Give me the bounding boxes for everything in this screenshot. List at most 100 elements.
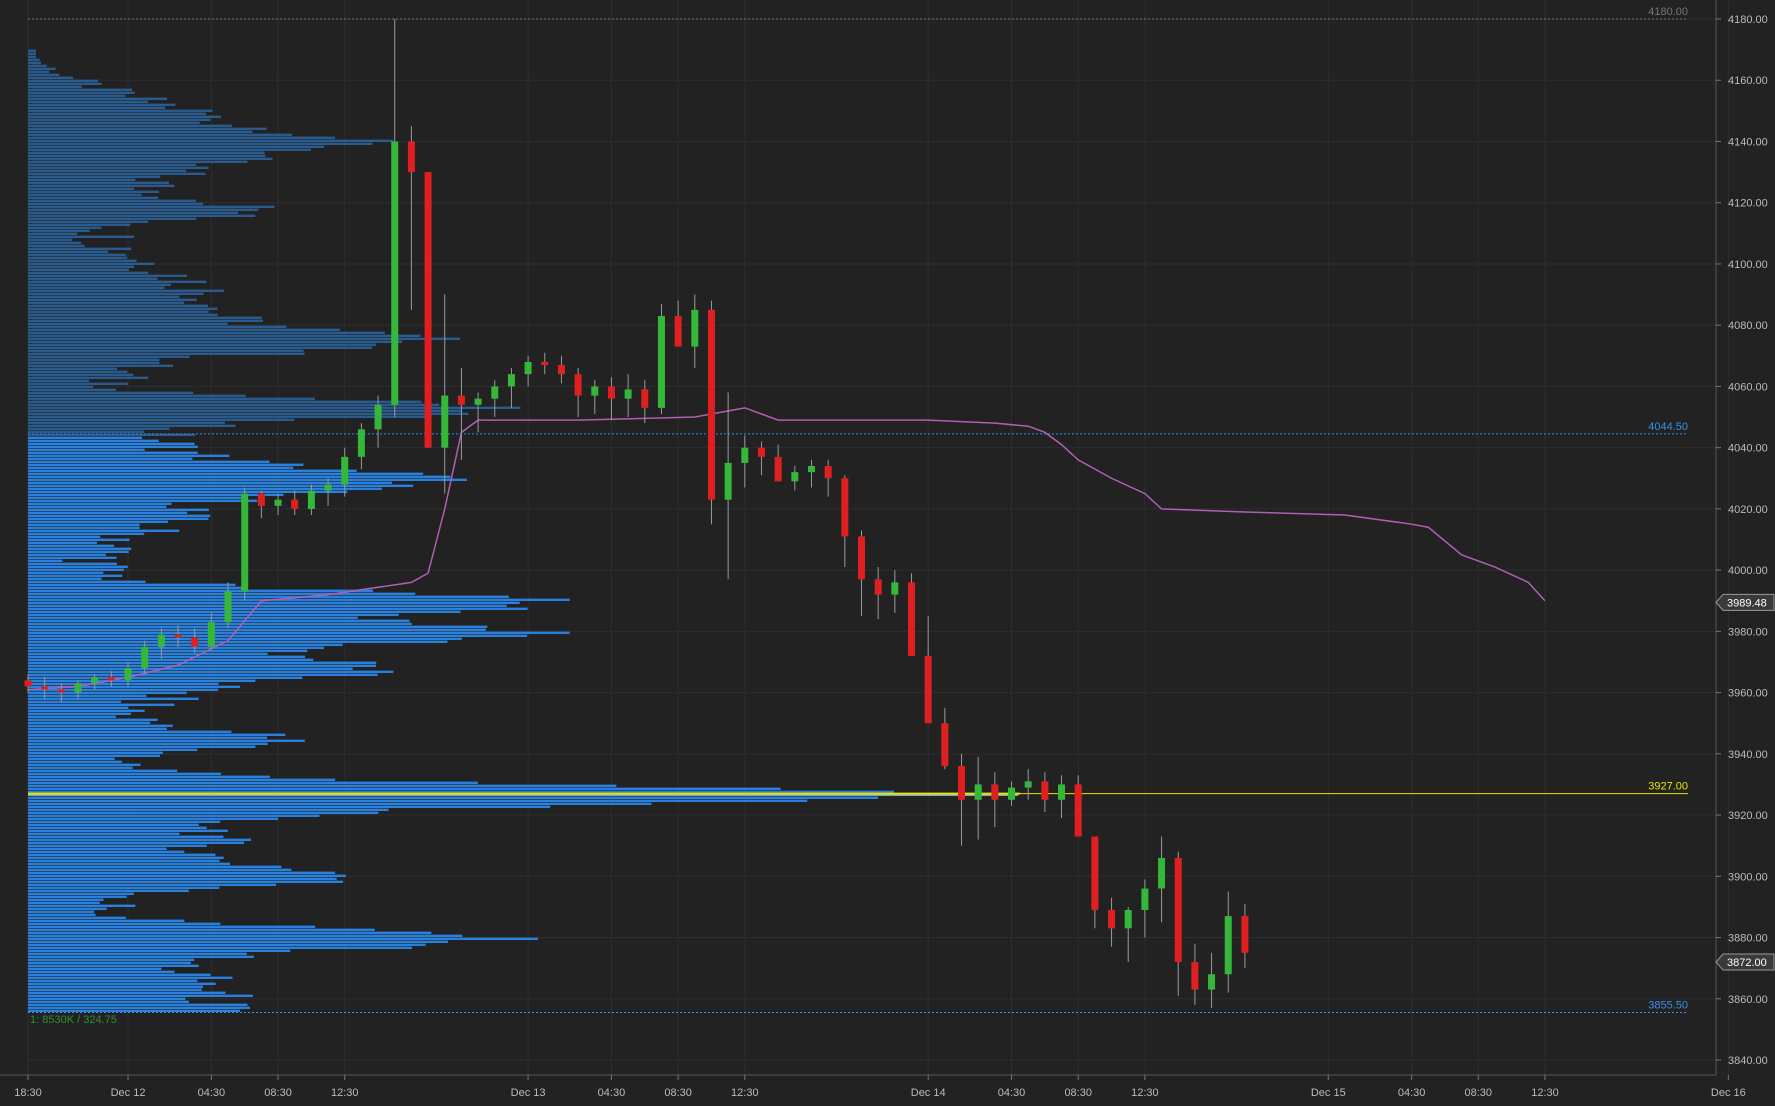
profile-bar [28,289,224,293]
profile-bar [28,373,134,377]
candle-body [858,536,865,580]
profile-bar [28,949,291,953]
candle-up[interactable] [657,303,665,414]
profile-bar [28,130,253,134]
profile-bar [28,577,102,581]
profile-bar [28,562,117,566]
profile-bar [28,412,469,416]
profile-bar [28,973,211,977]
profile-bar [28,307,218,311]
profile-bar [28,211,239,215]
profile-bar [28,547,132,551]
candle-up[interactable] [241,487,249,601]
profile-bar [28,124,232,128]
profile-bar [28,250,109,254]
profile-bar [28,757,115,761]
profile-bar [28,424,236,428]
profile-bar [28,781,478,785]
profile-bar [28,874,346,878]
candle-body [157,634,165,647]
profile-bar [28,979,198,983]
profile-bar [28,340,403,344]
profile-bar [28,805,551,809]
profile-bar [28,415,430,419]
price-tick-label: 4180.00 [1728,14,1768,26]
profile-bar [28,751,163,755]
profile-bar [28,877,337,881]
profile-bar [28,496,245,500]
candle-down[interactable] [1074,775,1082,837]
profile-bar [28,607,528,611]
profile-bar [28,475,451,479]
profile-bar [28,628,486,632]
candle-body [491,386,499,399]
time-tick-label: 12:30 [331,1087,359,1099]
profile-bar [28,268,129,272]
candle-body [807,466,815,473]
candlestick-chart[interactable]: 4180.00 4044.50 3927.00 3855.50 4180.00 4160… [0,0,1775,1101]
profile-bar [28,739,305,743]
profile-bar [28,736,267,740]
profile-bar [28,295,180,299]
profile-bar [28,619,410,623]
profile-bar [28,841,245,845]
candle-down[interactable] [707,300,715,525]
profile-bar [28,70,50,74]
profile-bar [28,253,126,257]
profile-bar [28,514,211,518]
profile-bar [28,502,172,506]
profile-bar [28,916,126,920]
profile-bar [28,910,95,914]
profile-bar [28,982,216,986]
profile-bar [28,361,160,365]
profile-bar [28,52,36,56]
profile-bar [28,691,187,695]
profile-bar [28,64,47,68]
profile-bar [28,115,222,119]
candle-body [407,141,415,173]
time-tick-label: Dec 16 [1711,1087,1746,1099]
profile-bar [28,733,286,737]
price-tick-label: 3840.00 [1728,1055,1768,1067]
candle-body [841,478,849,537]
profile-bar [28,535,101,539]
candle-body [924,655,932,724]
candle-body [357,429,365,457]
profile-bar [28,526,140,530]
candle-body [307,490,315,509]
profile-bar [28,49,36,53]
profile-bar [28,352,305,356]
profile-bar [28,100,149,104]
profile-bar [28,208,259,212]
chart-canvas[interactable]: 4180.00 4044.50 3927.00 3855.50 4180.00 4160… [0,0,1775,1101]
profile-bar [28,322,228,326]
candle-body [457,395,465,405]
candle-body [291,499,299,509]
profile-bar [28,265,135,269]
candle-body [657,315,665,408]
profile-bar [28,844,207,848]
profile-bar [28,706,129,710]
candle-body [374,404,382,430]
candle-down[interactable] [424,172,432,448]
profile-bar [28,970,175,974]
candle-body [1191,962,1199,990]
candle-body [724,462,732,500]
profile-bar [28,730,232,734]
profile-bar [28,214,256,218]
profile-bar [28,271,149,275]
candle-down[interactable] [908,573,916,656]
profile-bar [28,451,198,455]
profile-bar [28,463,304,467]
profile-bar [28,136,336,140]
profile-bar [28,385,93,389]
profile-bar [28,517,209,521]
profile-bar [28,184,175,188]
profile-bar [28,820,221,824]
candle-body [1074,784,1082,837]
profile-bar [28,379,89,383]
profile-bar [28,670,394,674]
profile-bar [28,616,358,620]
profile-bar [28,145,325,149]
candle-body [691,309,699,347]
